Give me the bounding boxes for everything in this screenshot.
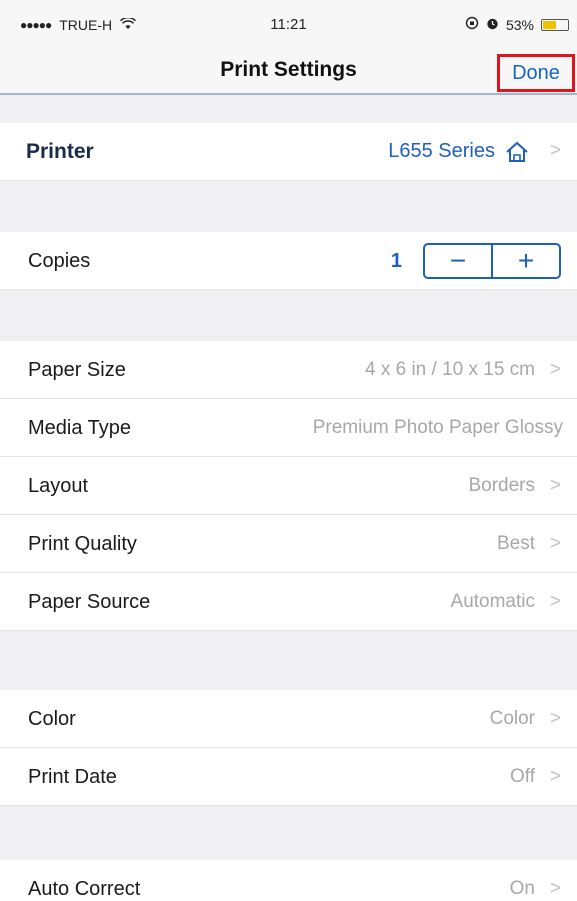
auto-correct-label: Auto Correct (28, 878, 141, 900)
chevron-right-icon: > (549, 708, 561, 729)
alarm-icon (486, 17, 499, 33)
chevron-right-icon: > (549, 591, 561, 612)
printer-value: L655 Series (388, 140, 495, 162)
page-title: Print Settings (220, 58, 357, 81)
media-type-label: Media Type (28, 417, 132, 439)
paper-size-label: Paper Size (28, 359, 126, 381)
chevron-right-icon: > (549, 766, 561, 787)
print-settings-screen: ●●●●● TRUE-H 11:21 53% Print Settings Do… (0, 0, 577, 901)
print-quality-row[interactable]: Print Quality Best > (0, 515, 577, 573)
layout-row[interactable]: Layout Borders > (0, 457, 577, 515)
orientation-lock-icon (465, 16, 479, 33)
print-quality-value: Best (496, 533, 535, 554)
color-value: Color (489, 708, 535, 729)
color-label: Color (28, 708, 76, 730)
battery-fill (543, 20, 556, 29)
status-bar: ●●●●● TRUE-H 11:21 53% (0, 0, 577, 50)
print-quality-label: Print Quality (28, 533, 137, 555)
battery-icon (541, 18, 569, 31)
copies-stepper: − + (423, 243, 561, 279)
copies-value: 1 (390, 250, 402, 272)
layout-label: Layout (28, 475, 89, 497)
paper-size-row[interactable]: Paper Size 4 x 6 in / 10 x 15 cm > (0, 341, 577, 399)
chevron-right-icon: > (549, 533, 561, 554)
paper-source-row[interactable]: Paper Source Automatic > (0, 573, 577, 631)
increment-button[interactable]: + (493, 245, 559, 277)
auto-correct-value: On (509, 878, 535, 899)
battery-percent: 53% (505, 16, 534, 33)
copies-label: Copies (28, 250, 91, 272)
navigation-bar: Print Settings Done (0, 50, 577, 95)
chevron-right-icon: > (549, 878, 561, 899)
color-row[interactable]: Color Color > (0, 690, 577, 748)
printer-row[interactable]: Printer L655 Series > (0, 123, 577, 181)
print-date-row[interactable]: Print Date Off > (0, 748, 577, 806)
media-type-row[interactable]: Media Type Premium Photo Paper Glossy (0, 399, 577, 457)
auto-correct-row[interactable]: Auto Correct On > (0, 860, 577, 901)
chevron-right-icon: > (549, 359, 561, 380)
paper-source-value: Automatic (450, 591, 535, 612)
copies-row: Copies 1 − + (0, 232, 577, 290)
chevron-right-icon: > (549, 475, 561, 496)
decrement-button[interactable]: − (425, 245, 491, 277)
paper-source-label: Paper Source (28, 591, 151, 613)
media-type-value: Premium Photo Paper Glossy (312, 417, 563, 438)
print-date-label: Print Date (28, 766, 117, 788)
printer-label: Printer (26, 140, 94, 163)
layout-value: Borders (468, 475, 535, 496)
print-date-value: Off (510, 766, 535, 787)
paper-size-value: 4 x 6 in / 10 x 15 cm (364, 359, 535, 380)
status-right: 53% (465, 16, 569, 33)
done-button[interactable]: Done (497, 54, 575, 92)
home-icon (505, 141, 529, 168)
chevron-right-icon: > (549, 140, 561, 161)
